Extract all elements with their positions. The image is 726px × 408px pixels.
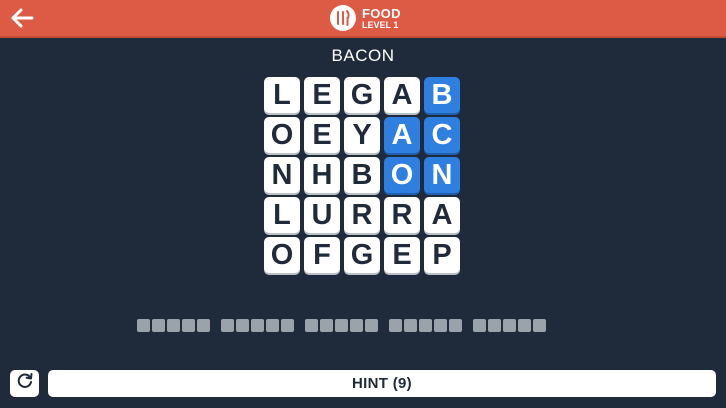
letter-tile[interactable]: P (424, 237, 460, 273)
letter-tile[interactable]: F (304, 237, 340, 273)
answer-slot (518, 318, 531, 332)
answer-slot (419, 318, 432, 332)
utensils-icon (330, 5, 356, 31)
answer-slot (350, 318, 363, 332)
category-title: FOOD (362, 5, 401, 21)
answer-slot (266, 318, 279, 332)
answer-word-slots (305, 318, 380, 332)
letter-tile[interactable]: H (304, 157, 340, 193)
answer-slots (137, 318, 597, 332)
answer-slot (389, 318, 402, 332)
arrow-left-icon[interactable] (10, 7, 34, 29)
letter-tile[interactable]: B (424, 77, 460, 113)
letter-tile[interactable]: G (344, 77, 380, 113)
letter-tile[interactable]: C (424, 117, 460, 153)
current-word: BACON (331, 46, 395, 65)
letter-tile[interactable]: L (264, 77, 300, 113)
letter-grid: LEGABOEYACNHBONLURRAOFGEP (264, 77, 464, 273)
answer-slot (503, 318, 516, 332)
answer-slot (473, 318, 486, 332)
answer-slot (320, 318, 333, 332)
letter-tile[interactable]: A (384, 117, 420, 153)
answer-slot (281, 318, 294, 332)
answer-slot (434, 318, 447, 332)
answer-slot (182, 318, 195, 332)
answer-slot (335, 318, 348, 332)
letter-tile[interactable]: O (384, 157, 420, 193)
letter-tile[interactable]: N (424, 157, 460, 193)
answer-slot (152, 318, 165, 332)
letter-tile[interactable]: E (384, 237, 420, 273)
answer-slot (197, 318, 210, 332)
answer-slot (167, 318, 180, 332)
top-bar: FOOD LEVEL 1 (0, 0, 726, 38)
level-label: LEVEL 1 (362, 19, 399, 30)
answer-slot (404, 318, 417, 332)
letter-tile[interactable]: L (264, 197, 300, 233)
letter-tile[interactable]: A (384, 77, 420, 113)
letter-tile[interactable]: U (304, 197, 340, 233)
answer-word-slots (389, 318, 464, 332)
answer-slot (449, 318, 462, 332)
answer-slot (488, 318, 501, 332)
letter-tile[interactable]: N (264, 157, 300, 193)
answer-word-slots (473, 318, 548, 332)
letter-tile[interactable]: G (344, 237, 380, 273)
letter-tile[interactable]: E (304, 117, 340, 153)
answer-slot (533, 318, 546, 332)
answer-slot (365, 318, 378, 332)
answer-word-slots (221, 318, 296, 332)
answer-slot (221, 318, 234, 332)
refresh-icon (16, 372, 34, 395)
letter-tile[interactable]: R (384, 197, 420, 233)
letter-tile[interactable]: A (424, 197, 460, 233)
letter-tile[interactable]: R (344, 197, 380, 233)
reset-button[interactable] (10, 370, 39, 397)
answer-slot (305, 318, 318, 332)
answer-word-slots (137, 318, 212, 332)
letter-tile[interactable]: E (304, 77, 340, 113)
answer-slot (251, 318, 264, 332)
hint-button[interactable]: HINT (9) (48, 370, 716, 397)
answer-slot (137, 318, 150, 332)
category-header: FOOD LEVEL 1 (330, 4, 401, 32)
letter-tile[interactable]: O (264, 237, 300, 273)
letter-tile[interactable]: O (264, 117, 300, 153)
answer-slot (236, 318, 249, 332)
letter-tile[interactable]: Y (344, 117, 380, 153)
letter-tile[interactable]: B (344, 157, 380, 193)
